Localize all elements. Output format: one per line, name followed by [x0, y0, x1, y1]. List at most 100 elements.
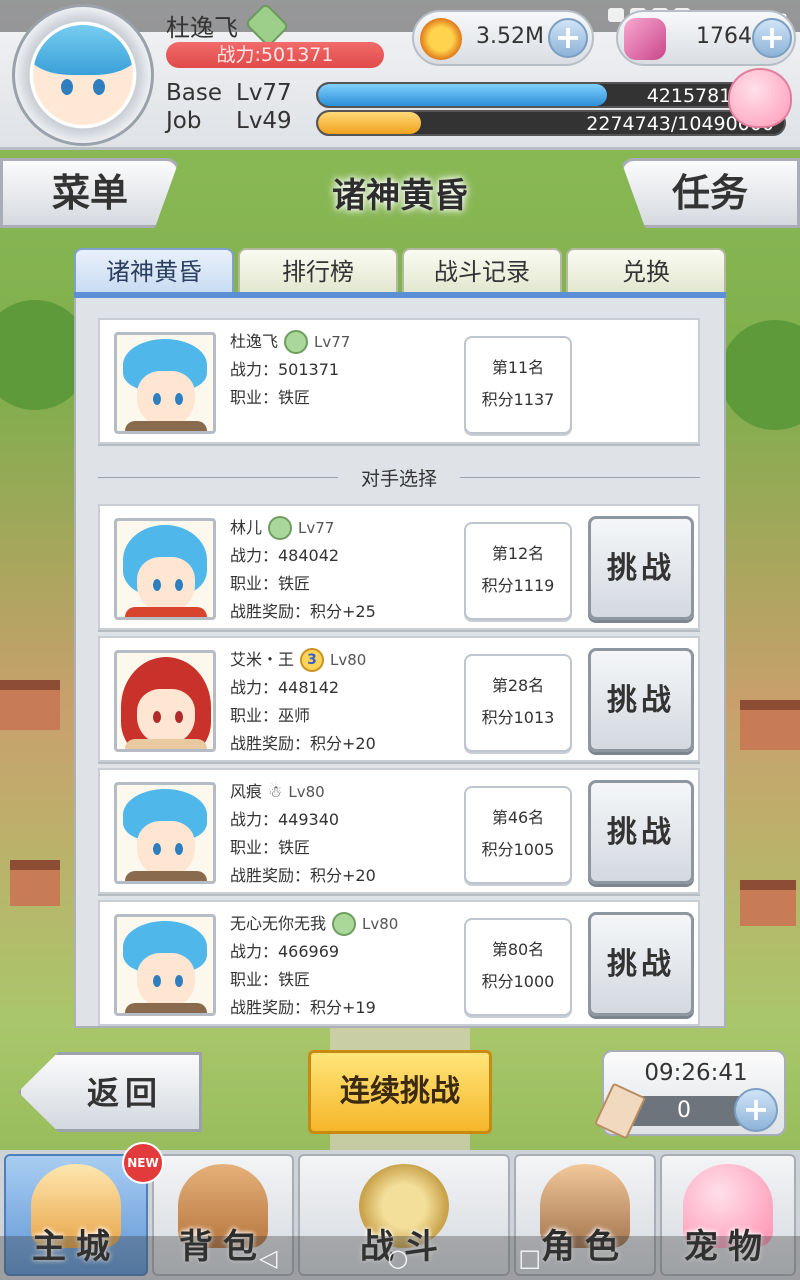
timer-text: 09:26:41: [644, 1060, 748, 1086]
portrait-eye: [153, 393, 161, 405]
continuous-challenge-button[interactable]: 连续挑战: [308, 1050, 492, 1134]
opponent-name: 风痕: [230, 782, 263, 801]
portrait-eye: [153, 579, 161, 591]
portrait-eye: [175, 975, 183, 987]
portrait-face: [137, 371, 195, 427]
background-house: [740, 880, 796, 926]
rank-emblem-icon: [284, 330, 309, 354]
opponent-name-row: 艾米・王 3 Lv80: [230, 646, 376, 674]
opponent-reward: 战胜奖励：积分+19: [230, 998, 376, 1017]
opponent-name-row: 林儿 Lv77: [230, 514, 376, 542]
avatar-face: [33, 25, 133, 125]
snowman-icon: ☃: [268, 782, 283, 801]
opponent-job: 职业：铁匠: [230, 970, 311, 989]
opponent-name: 林儿: [230, 518, 263, 537]
opponent-power: 战力：484042: [230, 546, 340, 565]
self-score: 积分1137: [481, 390, 555, 409]
portrait-face: [137, 557, 195, 613]
opponent-level: Lv80: [362, 915, 399, 933]
opponent-portrait: [114, 782, 216, 884]
opponent-info: 无心无你无我 Lv80 战力：466969 职业：铁匠 战胜奖励：积分+19: [230, 910, 398, 1022]
portrait-body: [125, 1003, 207, 1013]
tab-battle-log[interactable]: 战斗记录: [402, 248, 562, 294]
back-triangle-icon[interactable]: ◁: [259, 1244, 277, 1272]
opponent-reward: 战胜奖励：积分+20: [230, 866, 376, 885]
challenge-button[interactable]: 挑战: [588, 648, 694, 752]
player-power: 战力:501371: [166, 42, 384, 68]
tab-exchange[interactable]: 兑换: [566, 248, 726, 294]
job-label: Job: [166, 108, 202, 134]
gem-value: 1764: [696, 24, 752, 49]
divider-line: [460, 477, 700, 478]
opponent-name: 无心无你无我: [230, 914, 327, 933]
opponent-rank: 第28名: [491, 676, 545, 695]
background-house: [740, 700, 800, 750]
poring-mascot-icon[interactable]: [728, 68, 792, 128]
portrait-eye: [175, 843, 183, 855]
job-exp-fill: [318, 112, 421, 134]
opponent-card: 无心无你无我 Lv80 战力：466969 职业：铁匠 战胜奖励：积分+19 第…: [98, 900, 700, 1026]
challenge-button[interactable]: 挑战: [588, 516, 694, 620]
opponent-portrait: [114, 518, 216, 620]
opponent-level: Lv80: [330, 651, 367, 669]
portrait-eye: [153, 843, 161, 855]
opponent-name-row: 风痕 ☃ Lv80: [230, 778, 376, 806]
gold-counter: 3.52M +: [412, 10, 594, 66]
base-exp-fill: [318, 84, 607, 106]
ticket-icon: [593, 1082, 647, 1140]
opponent-divider: 对手选择: [98, 464, 700, 490]
add-gold-button[interactable]: +: [548, 18, 588, 58]
rank-emblem-icon: [332, 912, 357, 936]
rank-emblem-icon: [268, 516, 293, 540]
opponent-rank-box: 第46名 积分1005: [464, 786, 572, 884]
opponent-info: 林儿 Lv77 战力：484042 职业：铁匠 战胜奖励：积分+25: [230, 514, 376, 626]
opponent-reward: 战胜奖励：积分+20: [230, 734, 376, 753]
opponent-level: Lv80: [288, 783, 325, 801]
opponent-card: 林儿 Lv77 战力：484042 职业：铁匠 战胜奖励：积分+25 第12名 …: [98, 504, 700, 630]
gold-coin-icon: [420, 18, 462, 60]
portrait-face: [137, 953, 195, 1009]
opponent-score: 积分1119: [481, 576, 555, 595]
job-exp-bar: 2274743/10490000: [316, 110, 786, 136]
recents-square-icon[interactable]: □: [518, 1244, 541, 1272]
player-hud: 晚上7:33 杜逸飞 战力:501371 3.52M + 1764 + Base…: [0, 0, 800, 150]
arena-panel-body: 杜逸飞 Lv77 战力：501371 职业：铁匠 第11名 积分1137 对手选…: [74, 298, 726, 1028]
add-ticket-button[interactable]: +: [734, 1088, 778, 1132]
avatar-hair: [33, 25, 133, 75]
tab-leaderboard[interactable]: 排行榜: [238, 248, 398, 294]
opponent-card: 艾米・王 3 Lv80 战力：448142 职业：巫师 战胜奖励：积分+20 第…: [98, 636, 700, 762]
background-tree: [720, 320, 800, 430]
self-power: 战力：501371: [230, 360, 340, 379]
quest-button[interactable]: 任务: [620, 158, 800, 228]
add-gem-button[interactable]: +: [752, 18, 792, 58]
home-circle-icon[interactable]: ○: [387, 1244, 408, 1272]
opponent-score: 积分1013: [481, 708, 555, 727]
challenge-button[interactable]: 挑战: [588, 912, 694, 1016]
gem-icon: [624, 18, 666, 60]
challenge-button[interactable]: 挑战: [588, 780, 694, 884]
system-nav-bar: ◁ ○ □: [0, 1236, 800, 1280]
portrait-face: [137, 821, 195, 877]
portrait-face: [137, 689, 195, 745]
opponent-rank: 第80名: [491, 940, 545, 959]
portrait-eye: [175, 579, 183, 591]
gem-counter: 1764 +: [616, 10, 796, 66]
self-info: 杜逸飞 Lv77 战力：501371 职业：铁匠: [230, 328, 350, 412]
menu-button[interactable]: 菜单: [0, 158, 180, 228]
opponent-score: 积分1005: [481, 840, 555, 859]
self-card: 杜逸飞 Lv77 战力：501371 职业：铁匠 第11名 积分1137: [98, 318, 700, 444]
portrait-body: [125, 421, 207, 431]
portrait-eye: [175, 393, 183, 405]
page-title: 诸神黄昏: [332, 176, 468, 216]
self-job: 职业：铁匠: [230, 388, 311, 407]
opponent-rank-box: 第28名 积分1013: [464, 654, 572, 752]
avatar-eye: [61, 79, 73, 95]
back-button[interactable]: 返回: [18, 1052, 202, 1132]
player-avatar[interactable]: [12, 4, 154, 146]
portrait-body: [125, 607, 207, 617]
self-rank-box: 第11名 积分1137: [464, 336, 572, 434]
self-rank: 第11名: [491, 358, 545, 377]
opponent-power: 战力：449340: [230, 810, 340, 829]
arena-tabs: 诸神黄昏 排行榜 战斗记录 兑换: [74, 248, 726, 296]
tab-ragnarok[interactable]: 诸神黄昏: [74, 248, 234, 294]
